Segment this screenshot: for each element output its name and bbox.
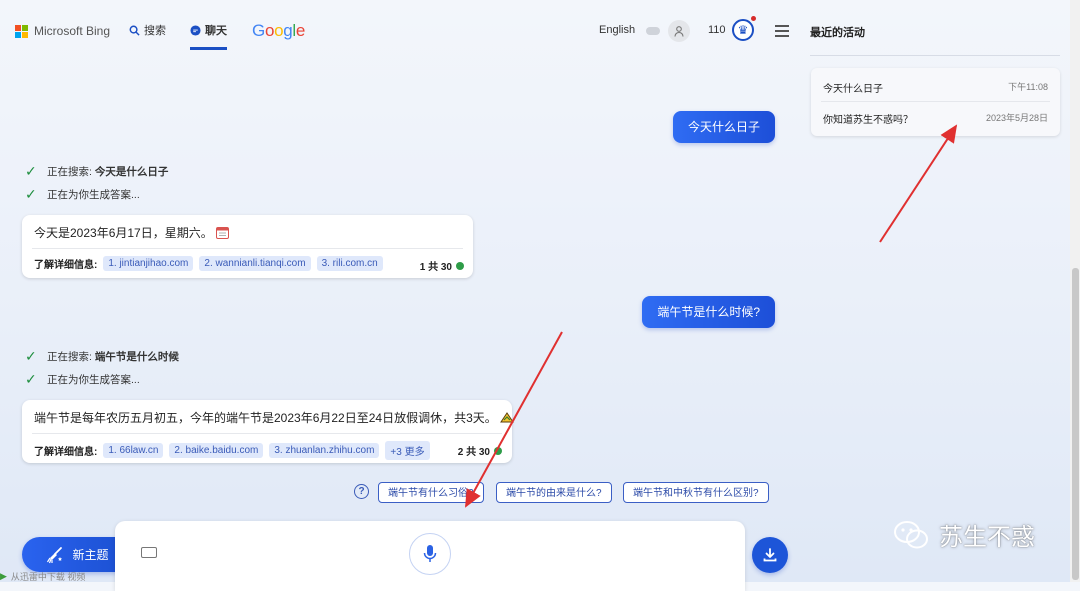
rewards-points[interactable]: 110 (708, 24, 726, 36)
status-dot (494, 446, 502, 455)
new-topic-label: 新主题 (72, 548, 109, 562)
user-message: 端午节是什么时候? (642, 296, 775, 328)
reference-link[interactable]: 1. 66law.cn (103, 443, 164, 458)
google-logo[interactable]: Google (252, 21, 305, 41)
answer-text-content: 端午节是每年农历五月初五，今年的端午节是2023年6月22日至24日放假调休，共… (34, 411, 497, 425)
reference-link[interactable]: 2. baike.baidu.com (169, 443, 264, 458)
download-button[interactable] (752, 537, 788, 573)
help-icon[interactable]: ? (354, 484, 369, 499)
turn-counter-label: 1 共 30 (419, 262, 452, 273)
user-icon (674, 25, 684, 37)
recent-item[interactable]: 你知道苏生不惑吗？ 2023年5月28日 (823, 111, 1048, 126)
turn-counter: 1 共 30 (420, 258, 464, 273)
chat-bubble-icon (190, 24, 201, 36)
watermark-text: 苏生不惑 (939, 524, 1035, 551)
user-message: 今天什么日子 (672, 111, 775, 143)
brand-label: Microsoft Bing (34, 24, 111, 38)
google-logo-letter: o (264, 21, 275, 40)
watermark: 苏生不惑 (893, 517, 1035, 552)
chat-input-box[interactable] (115, 521, 745, 591)
annotation-arrow (879, 124, 958, 243)
dragon-boat-icon (500, 412, 515, 423)
google-logo-letter: G (252, 21, 265, 40)
language-switch[interactable]: English (599, 24, 635, 36)
turn-counter: 2 共 30 (458, 443, 502, 458)
wechat-icon (894, 520, 928, 548)
recent-item-time: 2023年5月28日 (985, 113, 1048, 123)
search-status: ✓ 正在搜索: 今天是什么日子 (25, 163, 168, 180)
references: 了解详细信息: 1. jintianjihao.com 2. wannianli… (34, 256, 383, 271)
keyboard-icon[interactable] (141, 547, 157, 558)
nav-search-tab[interactable]: 搜索 (129, 22, 166, 38)
check-icon: ✓ (25, 163, 37, 179)
answer-text-content: 今天是2023年6月17日，星期六。 (34, 226, 213, 240)
broom-icon (47, 546, 63, 563)
taskbar: ▶ 从迅雷中下载 视频 (0, 570, 160, 582)
reference-link[interactable]: 3. zhuanlan.zhihu.com (269, 443, 380, 458)
google-logo-letter: o (274, 21, 284, 40)
turn-counter-label: 2 共 30 (457, 447, 490, 458)
bot-answer-card: 端午节是每年农历五月初五，今年的端午节是2023年6月22日至24日放假调休，共… (22, 400, 515, 463)
divider (821, 101, 1050, 102)
microphone-icon (423, 545, 437, 562)
more-references-button[interactable]: +3 更多 (385, 441, 430, 460)
references-label: 了解详细信息: (34, 447, 98, 458)
generating-label: 正在为你生成答案... (47, 374, 140, 386)
microsoft-logo-icon (15, 24, 28, 38)
generating-status: ✓ 正在为你生成答案... (25, 186, 140, 203)
answer-text: 今天是2023年6月17日，星期六。 (34, 224, 230, 241)
reference-link[interactable]: 3. rili.com.cn (316, 256, 383, 271)
notification-dot (751, 16, 756, 21)
check-icon: ✓ (25, 348, 37, 364)
search-term: 端午节是什么时候 (94, 351, 179, 363)
search-status: ✓ 正在搜索: 端午节是什么时候 (25, 348, 179, 365)
trophy-icon[interactable]: ♛ (732, 19, 754, 41)
recent-item[interactable]: 今天什么日子 下午11:08 (823, 80, 1048, 95)
recent-activity-title: 最近的活动 (810, 27, 865, 39)
bing-logo[interactable]: Microsoft Bing (15, 24, 110, 38)
avatar[interactable] (668, 20, 690, 42)
recent-item-time: 下午11:08 (1008, 82, 1048, 92)
nav-chat-tab[interactable]: 聊天 (190, 22, 227, 50)
nav-chat-label: 聊天 (205, 25, 227, 37)
divider (32, 248, 463, 249)
references-label: 了解详细信息: (34, 260, 98, 271)
microphone-button[interactable] (409, 533, 451, 575)
google-logo-letter: e (295, 21, 306, 40)
play-icon: ▶ (0, 570, 7, 581)
search-prefix: 正在搜索: (47, 166, 92, 178)
nav-search-label: 搜索 (144, 25, 166, 37)
search-term: 今天是什么日子 (94, 166, 169, 178)
toggle-icon[interactable] (646, 27, 660, 35)
search-icon (129, 25, 140, 36)
taskbar-label: 从迅雷中下载 视频 (10, 571, 86, 582)
reference-link[interactable]: 2. wannianli.tianqi.com (199, 256, 311, 271)
calendar-icon (216, 227, 230, 239)
status-dot (456, 261, 464, 270)
reference-link[interactable]: 1. jintianjihao.com (103, 256, 194, 271)
check-icon: ✓ (25, 371, 37, 387)
check-icon: ✓ (25, 186, 37, 202)
answer-text: 端午节是每年农历五月初五，今年的端午节是2023年6月22日至24日放假调休，共… (34, 409, 515, 426)
suggestion-chip[interactable]: 端午节和中秋节有什么区别? (623, 482, 769, 503)
search-prefix: 正在搜索: (47, 351, 92, 363)
references: 了解详细信息: 1. 66law.cn 2. baike.baidu.com 3… (34, 441, 430, 460)
recent-activity-card: 今天什么日子 下午11:08 你知道苏生不惑吗？ 2023年5月28日 (811, 68, 1060, 136)
download-icon (763, 548, 777, 562)
bot-answer-card: 今天是2023年6月17日，星期六。 了解详细信息: 1. jintianjih… (22, 215, 473, 278)
hamburger-menu-icon[interactable] (775, 25, 789, 40)
divider (32, 433, 502, 434)
generating-label: 正在为你生成答案... (47, 189, 140, 201)
suggestion-chip[interactable]: 端午节有什么习俗? (378, 482, 484, 503)
generating-status: ✓ 正在为你生成答案... (25, 371, 140, 388)
scrollbar-thumb[interactable] (1072, 268, 1079, 580)
recent-item-title: 你知道苏生不惑吗？ (823, 115, 913, 126)
suggestion-chip[interactable]: 端午节的由来是什么? (496, 482, 612, 503)
recent-item-title: 今天什么日子 (823, 84, 883, 95)
divider (810, 55, 1060, 56)
